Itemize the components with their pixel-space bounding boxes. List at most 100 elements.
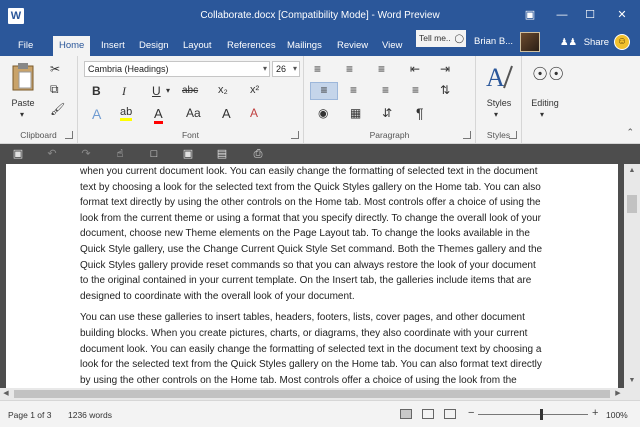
font-name-value: Cambria (Headings) <box>88 64 169 74</box>
user-name[interactable]: Brian B... <box>474 36 513 47</box>
font-launcher-icon[interactable] <box>291 131 299 139</box>
print-layout-icon[interactable] <box>422 409 434 419</box>
horizontal-scroll-thumb[interactable] <box>14 390 610 398</box>
lightbulb-icon: ◯ <box>454 33 464 43</box>
copy-icon[interactable]: ⧉ <box>50 82 59 97</box>
bold-button[interactable]: B <box>92 84 101 98</box>
web-layout-icon[interactable] <box>444 409 456 419</box>
subscript-button[interactable]: x₂ <box>218 84 228 96</box>
scroll-up-icon[interactable]: ▲ <box>624 164 640 178</box>
page-count[interactable]: Page 1 of 3 <box>8 410 51 420</box>
save-icon[interactable]: ▣ <box>10 146 26 162</box>
tab-file[interactable]: File <box>12 36 39 56</box>
multilevel-list-icon[interactable]: ≡ <box>378 62 385 76</box>
paste-dropdown-icon[interactable]: ▾ <box>20 110 24 119</box>
justify-icon[interactable]: ≡ <box>412 83 419 97</box>
format-painter-icon[interactable]: 🖌 <box>50 102 65 116</box>
document-paragraph[interactable]: You can use these galleries to insert ta… <box>80 310 544 388</box>
change-case-button[interactable]: Aa <box>186 106 201 120</box>
ribbon: Paste ▾ ✂ ⧉ 🖌 Clipboard Cambria (Heading… <box>0 56 640 144</box>
undo-icon[interactable]: ↶ <box>44 146 60 162</box>
clipboard-launcher-icon[interactable] <box>65 131 73 139</box>
print-preview-icon[interactable]: ▤ <box>214 146 230 162</box>
italic-button[interactable]: I <box>122 84 126 99</box>
numbering-icon[interactable]: ≡ <box>346 62 353 76</box>
redo-icon[interactable]: ↷ <box>78 146 94 162</box>
tab-layout[interactable]: Layout <box>177 36 218 56</box>
minimize-button[interactable]: — <box>552 6 572 24</box>
feedback-smiley-icon[interactable]: ☺ <box>614 34 630 50</box>
scroll-down-icon[interactable]: ▼ <box>624 374 640 388</box>
superscript-button[interactable]: x² <box>250 84 259 96</box>
quick-access-toolbar: ▣ ↶ ↷ ☝ □ ▣ ▤ ⎙ <box>0 144 640 164</box>
text-effects-button[interactable]: A <box>92 106 101 122</box>
highlight-button[interactable]: ab <box>120 106 133 121</box>
font-size-combobox[interactable]: 26 ▾ <box>272 61 300 77</box>
paragraph-group-label: Paragraph <box>369 130 410 140</box>
title-bar: W Collaborate.docx [Compatibility Mode] … <box>0 0 640 32</box>
maximize-button[interactable]: ☐ <box>580 6 600 24</box>
font-size-value: 26 <box>276 64 287 74</box>
chevron-down-icon[interactable]: ▾ <box>166 86 170 95</box>
grow-font-button[interactable]: A <box>222 106 231 121</box>
paragraph-launcher-icon[interactable] <box>463 131 471 139</box>
shading-icon[interactable]: ◉ <box>318 106 328 120</box>
binoculars-icon[interactable]: ☉☉ <box>532 64 564 92</box>
share-button[interactable]: ♟♟ Share <box>560 37 609 48</box>
vertical-scrollbar[interactable]: ▲ ▼ <box>624 164 640 388</box>
new-document-icon[interactable]: □ <box>146 146 162 162</box>
touch-mode-icon[interactable]: ☝ <box>112 146 128 162</box>
zoom-slider-track[interactable] <box>478 414 588 415</box>
styles-button[interactable]: A <box>484 60 514 96</box>
sort-icon[interactable]: ⇵ <box>382 106 392 120</box>
word-count[interactable]: 1236 words <box>68 410 112 420</box>
strikethrough-button[interactable]: abc <box>182 85 198 96</box>
close-button[interactable]: ✕ <box>612 6 632 24</box>
borders-icon[interactable]: ▦ <box>350 106 361 120</box>
document-page[interactable]: when you current document look. You can … <box>6 164 618 388</box>
read-mode-icon[interactable] <box>400 409 412 419</box>
scroll-right-icon[interactable]: ▶ <box>612 388 624 400</box>
tell-me-box[interactable]: Tell me.. ◯ <box>416 30 466 47</box>
font-name-combobox[interactable]: Cambria (Headings) ▾ <box>84 61 270 77</box>
tab-design[interactable]: Design <box>133 36 175 56</box>
tab-mailings[interactable]: Mailings <box>281 36 328 56</box>
tab-insert[interactable]: Insert <box>95 36 131 56</box>
tab-references[interactable]: References <box>221 36 282 56</box>
chevron-down-icon[interactable]: ▾ <box>540 110 544 119</box>
tab-review[interactable]: Review <box>331 36 374 56</box>
tab-view[interactable]: View <box>376 36 408 56</box>
tell-me-label: Tell me.. <box>419 33 451 43</box>
horizontal-scrollbar[interactable]: ◀ ▶ <box>0 388 624 400</box>
chevron-down-icon[interactable]: ▾ <box>494 110 498 119</box>
zoom-slider-thumb[interactable] <box>540 409 543 420</box>
increase-indent-icon[interactable]: ⇥ <box>440 62 450 76</box>
avatar[interactable] <box>520 32 540 52</box>
underline-button[interactable]: U <box>152 84 161 98</box>
tab-home[interactable]: Home <box>53 36 91 56</box>
vertical-scroll-thumb[interactable] <box>627 195 637 213</box>
cut-icon[interactable]: ✂ <box>50 62 60 76</box>
line-spacing-icon[interactable]: ⇅ <box>440 83 450 97</box>
document-paragraph[interactable]: when you current document look. You can … <box>80 164 544 304</box>
styles-launcher-icon[interactable] <box>509 131 517 139</box>
print-icon[interactable]: ⎙ <box>250 146 266 162</box>
open-icon[interactable]: ▣ <box>180 146 196 162</box>
decrease-indent-icon[interactable]: ⇤ <box>410 62 420 76</box>
align-right-icon[interactable]: ≡ <box>382 83 389 97</box>
document-area[interactable]: when you current document look. You can … <box>0 164 624 388</box>
collapse-ribbon-icon[interactable]: ⌃ <box>626 127 634 138</box>
zoom-level[interactable]: 100% <box>606 410 628 420</box>
font-color-button[interactable]: A <box>154 106 163 124</box>
align-center-icon[interactable]: ≡ <box>350 83 357 97</box>
clear-formatting-button[interactable]: A <box>250 106 258 120</box>
editing-group: ☉☉ Editing ▾ <box>522 56 568 144</box>
show-formatting-button[interactable]: ¶ <box>416 105 424 121</box>
paste-button[interactable] <box>10 62 36 94</box>
scroll-left-icon[interactable]: ◀ <box>0 388 12 400</box>
zoom-in-button[interactable]: + <box>592 407 598 419</box>
ribbon-display-options-button[interactable]: ▣ <box>520 6 540 24</box>
bullets-icon[interactable]: ≡ <box>314 62 321 76</box>
zoom-out-button[interactable]: − <box>468 407 474 419</box>
align-left-icon[interactable]: ≡ <box>310 82 338 100</box>
